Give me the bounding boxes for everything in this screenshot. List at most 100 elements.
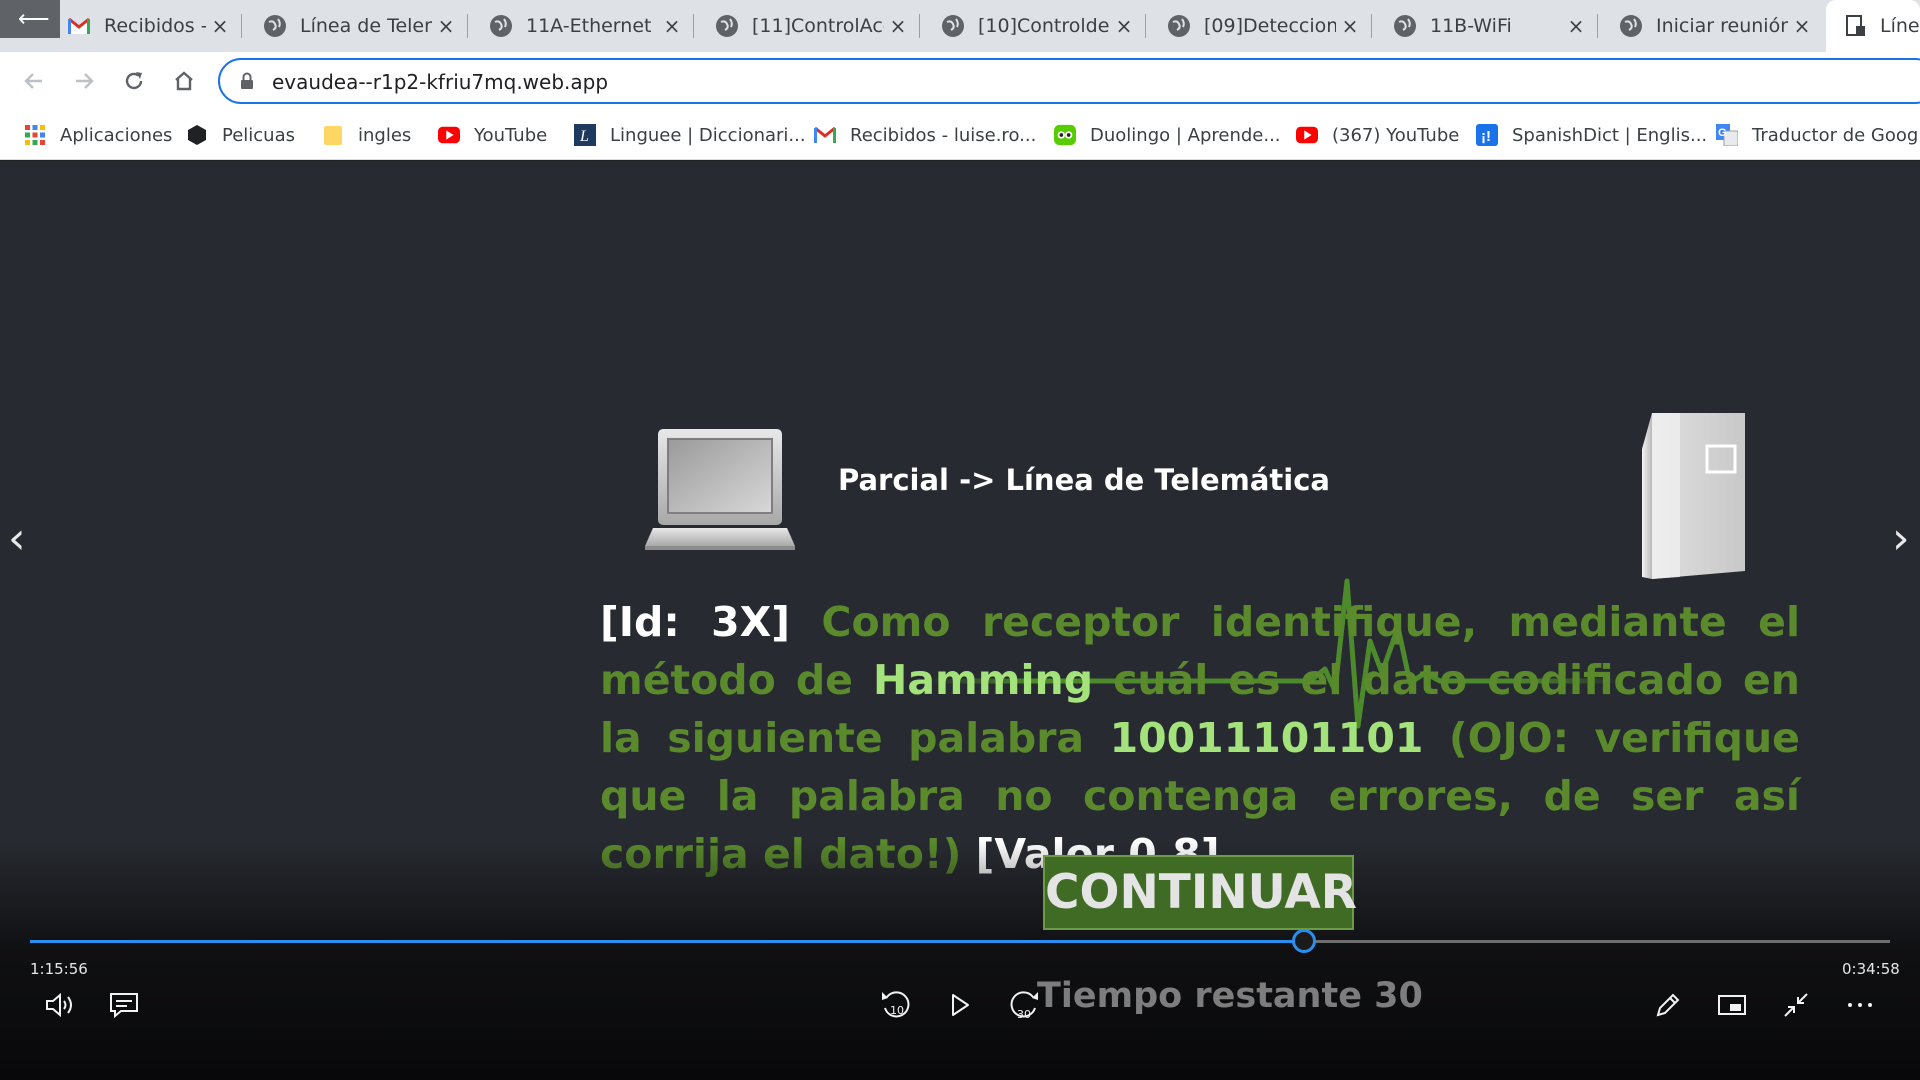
globe-icon [942, 15, 964, 37]
tab-gmail-recibidos[interactable]: Recibidos - luis × [62, 0, 242, 52]
bookmark-youtube[interactable]: YouTube [438, 110, 547, 160]
remaining-time: 0:34:58 [1842, 960, 1900, 978]
document-icon [1844, 15, 1866, 37]
bookmark-label: Aplicaciones [60, 124, 173, 146]
url-text: evaudea--r1p2-kfriu7mq.web.app [272, 70, 609, 94]
picture-in-picture-icon [1718, 995, 1746, 1015]
bookmark-youtube-367[interactable]: (367) YouTube [1296, 110, 1459, 160]
tab-title: 11A-Ethernet [526, 15, 652, 37]
rewind-10-button[interactable]: 10 [876, 985, 916, 1025]
duolingo-icon [1054, 124, 1076, 146]
bookmark-aplicaciones[interactable]: Aplicaciones [24, 110, 172, 160]
gmail-icon [814, 124, 836, 146]
reload-button[interactable] [114, 61, 154, 101]
bookmark-spanishdict[interactable]: ¡! SpanishDict | Englis... [1476, 110, 1707, 160]
bookmark-gmail[interactable]: Recibidos - luise.ro... [814, 110, 1036, 160]
bookmark-label: ingles [358, 124, 412, 146]
bookmark-linguee[interactable]: L Linguee | Diccionari... [574, 110, 806, 160]
youtube-icon [438, 124, 460, 146]
gmail-icon [68, 15, 90, 37]
bookmark-traductor-google[interactable]: G Traductor de Google [1716, 110, 1920, 160]
back-arrow-icon: ⟵ [18, 6, 50, 31]
picture-in-picture-button[interactable] [1712, 985, 1752, 1025]
forward-arrow-icon [76, 73, 94, 89]
tab-11a-ethernet[interactable]: 11A-Ethernet × [468, 0, 694, 52]
continue-button[interactable]: CONTINUAR [1043, 855, 1357, 930]
tab-search-back-button[interactable]: ⟵ [0, 0, 60, 38]
globe-icon [490, 15, 512, 37]
tab-linea-telematica[interactable]: Línea de Telem × [242, 0, 468, 52]
lock-icon [241, 72, 253, 89]
back-arrow-icon [24, 73, 42, 89]
play-button[interactable] [940, 985, 980, 1025]
bookmark-label: YouTube [474, 124, 548, 146]
reload-icon [125, 72, 143, 90]
home-icon [175, 71, 193, 91]
play-icon [952, 994, 969, 1016]
elapsed-time: 1:15:56 [30, 960, 88, 978]
bookmark-duolingo[interactable]: Duolingo | Aprende... [1054, 110, 1281, 160]
controls-gradient [0, 841, 1920, 1080]
close-tab-icon[interactable]: × [432, 14, 460, 38]
bookmark-ingles[interactable]: ingles [322, 110, 411, 160]
seek-handle[interactable] [1292, 929, 1317, 953]
svg-text:L: L [579, 128, 589, 145]
captions-button[interactable] [104, 985, 144, 1025]
fast-forward-icon: 30 [1010, 991, 1038, 1021]
video-player[interactable]: ‹ › Parcial -> Línea de Telemática [Id: … [0, 161, 1920, 1080]
tab-iniciar-reunion[interactable]: Iniciar reunión × [1598, 0, 1824, 52]
back-button[interactable] [14, 61, 54, 101]
svg-text:10: 10 [890, 1004, 904, 1017]
more-horizontal-icon [1848, 1003, 1872, 1007]
tab-11-control-acceso[interactable]: [11]ControlAcc × [694, 0, 920, 52]
captions-icon [110, 993, 138, 1018]
hexagon-icon [186, 124, 208, 146]
slide-title: Parcial -> Línea de Telemática [838, 463, 1330, 497]
annotate-button[interactable] [1648, 985, 1688, 1025]
youtube-icon [1296, 124, 1318, 146]
svg-text:G: G [1718, 127, 1727, 139]
previous-slide-button[interactable]: ‹ [8, 513, 26, 564]
tab-title: 11B-WiFi [1430, 15, 1512, 37]
bookmark-label: Pelicuas [222, 124, 296, 146]
tab-title: Recibidos - luis [104, 15, 206, 37]
bookmark-label: (367) YouTube [1332, 124, 1460, 146]
seek-bar[interactable] [30, 929, 1890, 953]
close-tab-icon[interactable]: × [1562, 14, 1590, 38]
chevron-left-icon: ‹ [8, 513, 26, 564]
more-options-button[interactable] [1840, 985, 1880, 1025]
svg-text:¡!: ¡! [1481, 128, 1491, 145]
bookmark-label: Duolingo | Aprende... [1090, 124, 1281, 146]
close-tab-icon[interactable]: × [658, 14, 686, 38]
pencil-icon [1656, 993, 1680, 1017]
close-tab-icon[interactable]: × [1110, 14, 1138, 38]
globe-icon [1168, 15, 1190, 37]
question-id: [Id: 3X] [600, 598, 791, 646]
tab-09-deteccion[interactable]: [09]Deteccion × [1146, 0, 1372, 52]
rewind-icon: 10 [882, 991, 910, 1018]
forward-button[interactable] [64, 61, 104, 101]
volume-button[interactable] [40, 985, 80, 1025]
close-tab-icon[interactable]: × [1336, 14, 1364, 38]
close-tab-icon[interactable]: × [884, 14, 912, 38]
browser-toolbar: evaudea--r1p2-kfriu7mq.web.app [0, 52, 1920, 110]
next-slide-button[interactable]: › [1892, 513, 1910, 564]
question-keyword-hamming: Hamming [873, 656, 1094, 704]
tab-strip: ⟵ Recibidos - luis × Línea de Telem × 11… [0, 0, 1920, 52]
tab-10-control-errores[interactable]: [10]ControldeE × [920, 0, 1146, 52]
bookmark-label: SpanishDict | Englis... [1512, 124, 1708, 146]
bookmark-pelicuas[interactable]: Pelicuas [186, 110, 295, 160]
tab-linea-active[interactable]: Línea [1826, 0, 1920, 52]
chevron-right-icon: › [1892, 513, 1910, 564]
tab-title: Línea [1880, 15, 1920, 37]
exit-fullscreen-button[interactable] [1776, 985, 1816, 1025]
home-button[interactable] [164, 61, 204, 101]
close-tab-icon[interactable]: × [1788, 14, 1816, 38]
close-tab-icon[interactable]: × [206, 14, 234, 38]
question-codeword: 10011101101 [1109, 714, 1424, 762]
address-bar[interactable]: evaudea--r1p2-kfriu7mq.web.app [218, 58, 1920, 104]
apps-grid-icon [24, 124, 46, 146]
bookmark-label: Recibidos - luise.ro... [850, 124, 1037, 146]
exit-fullscreen-icon [1784, 993, 1808, 1017]
tab-11b-wifi[interactable]: 11B-WiFi × [1372, 0, 1598, 52]
